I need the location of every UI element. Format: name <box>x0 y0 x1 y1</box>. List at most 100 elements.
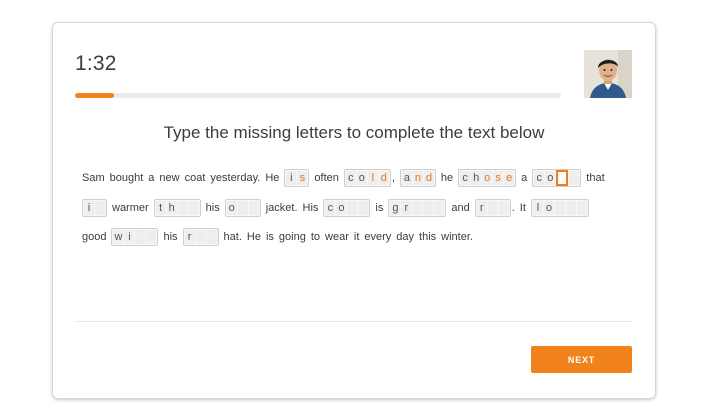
passage-word: winter. <box>441 231 473 243</box>
letter-box[interactable] <box>569 171 580 185</box>
next-button[interactable]: NEXT <box>531 346 632 373</box>
letter-box[interactable] <box>412 200 423 215</box>
countdown-timer: 1:32 <box>75 52 117 75</box>
passage-word: every <box>364 231 392 243</box>
passage-word: jacket. <box>265 201 298 214</box>
passage-word: his <box>205 201 220 214</box>
letter-box[interactable]: o <box>482 171 493 185</box>
letter-box[interactable] <box>206 230 217 244</box>
letter-box: w <box>113 230 124 244</box>
missing-letters-input[interactable]: is <box>284 169 310 187</box>
letter-box: g <box>390 200 401 215</box>
letter-box[interactable] <box>237 200 248 215</box>
passage-word: a <box>148 172 155 184</box>
letter-box[interactable] <box>487 200 498 215</box>
missing-letters-input[interactable]: r <box>474 198 511 217</box>
punctuation: . <box>511 201 515 214</box>
letter-box[interactable]: l <box>367 171 378 185</box>
letter-box[interactable] <box>95 200 105 215</box>
passage-word: yesterday. <box>210 172 261 184</box>
missing-letters-input[interactable]: wi <box>111 228 159 246</box>
passage-word: His <box>302 201 319 214</box>
letter-box[interactable]: e <box>504 171 515 185</box>
passage-word: going <box>278 231 306 243</box>
missing-letters-input[interactable]: chose <box>458 169 517 187</box>
punctuation: , <box>391 172 395 184</box>
letter-box[interactable] <box>576 200 587 215</box>
missing-letters-input[interactable]: o <box>224 198 261 217</box>
passage-line: i warmer t h his o jacket. His c o is g r and r. It l o <box>82 198 642 218</box>
letter-box[interactable]: d <box>378 171 389 185</box>
letter-box: o <box>543 200 554 215</box>
letter-box: o <box>226 200 237 215</box>
letter-box[interactable] <box>188 200 199 215</box>
passage-word: warmer <box>112 201 149 214</box>
test-card: 1:32 Type the missing letters to complet… <box>53 23 655 398</box>
letter-box: r <box>476 200 487 215</box>
missing-letters-input[interactable]: gr <box>388 198 447 217</box>
missing-letters-input[interactable]: and <box>399 169 436 187</box>
passage-word: is <box>265 231 274 243</box>
letter-box: i <box>286 171 297 185</box>
letter-box: o <box>545 171 556 185</box>
passage-line: Sam bought a new coat yesterday. He i s often c o l d… <box>82 168 642 188</box>
letter-box[interactable] <box>195 230 206 244</box>
letter-box: h <box>471 171 482 185</box>
passage-line: good w i his r hat. He is going to wear it every day t… <box>82 227 642 247</box>
letter-box[interactable] <box>434 200 445 215</box>
cloze-passage: Sam bought a new coat yesterday. He i s often c o l d… <box>82 168 642 257</box>
missing-letters-input[interactable]: cold <box>343 169 391 187</box>
letter-box[interactable] <box>146 230 157 244</box>
letter-box[interactable] <box>565 200 576 215</box>
active-letter-box[interactable] <box>556 169 569 186</box>
missing-letters-input[interactable]: co <box>532 169 582 187</box>
letter-box[interactable]: s <box>297 171 308 185</box>
letter-box[interactable] <box>498 200 509 215</box>
letter-box: r <box>184 230 195 244</box>
passage-word: good <box>82 231 107 243</box>
passage-word: new <box>159 172 180 184</box>
letter-box: a <box>401 171 412 185</box>
divider <box>75 321 633 322</box>
progress-bar-fill <box>75 93 114 98</box>
passage-word: coat <box>184 172 206 184</box>
letter-box[interactable] <box>135 230 146 244</box>
letter-box: i <box>84 200 94 215</box>
missing-letters-input[interactable]: i <box>82 198 107 217</box>
letter-box[interactable]: s <box>493 171 504 185</box>
person-icon <box>584 50 632 98</box>
passage-word: it <box>353 231 360 243</box>
missing-letters-input[interactable]: th <box>153 198 201 217</box>
letter-box: r <box>401 200 412 215</box>
passage-word: wear <box>325 231 349 243</box>
letter-box[interactable] <box>423 200 434 215</box>
letter-box: c <box>460 171 471 185</box>
letter-box[interactable] <box>554 200 565 215</box>
letter-box: i <box>124 230 135 244</box>
passage-word: bought <box>109 172 144 184</box>
letter-box: c <box>534 171 545 185</box>
missing-letters-input[interactable]: lo <box>530 198 589 217</box>
letter-box: c <box>325 200 336 215</box>
letter-box: h <box>166 200 177 215</box>
letter-box[interactable] <box>177 200 188 215</box>
letter-box[interactable]: d <box>423 171 434 185</box>
letter-box: o <box>356 171 367 185</box>
passage-word: that <box>586 172 605 184</box>
letter-box[interactable] <box>347 200 358 215</box>
letter-box: c <box>345 171 356 185</box>
passage-word: this <box>419 231 437 243</box>
letter-box[interactable] <box>248 200 259 215</box>
passage-word: day <box>396 231 415 243</box>
passage-word: often <box>314 172 339 184</box>
missing-letters-input[interactable]: r <box>182 228 219 246</box>
passage-word: his <box>163 231 178 243</box>
letter-box[interactable] <box>358 200 369 215</box>
passage-word: a <box>521 172 528 184</box>
progress-bar <box>75 93 561 98</box>
passage-word: Sam <box>82 172 105 184</box>
missing-letters-input[interactable]: co <box>323 198 371 217</box>
letter-box: o <box>336 200 347 215</box>
letter-box[interactable]: n <box>412 171 423 185</box>
passage-word: It <box>519 201 526 214</box>
